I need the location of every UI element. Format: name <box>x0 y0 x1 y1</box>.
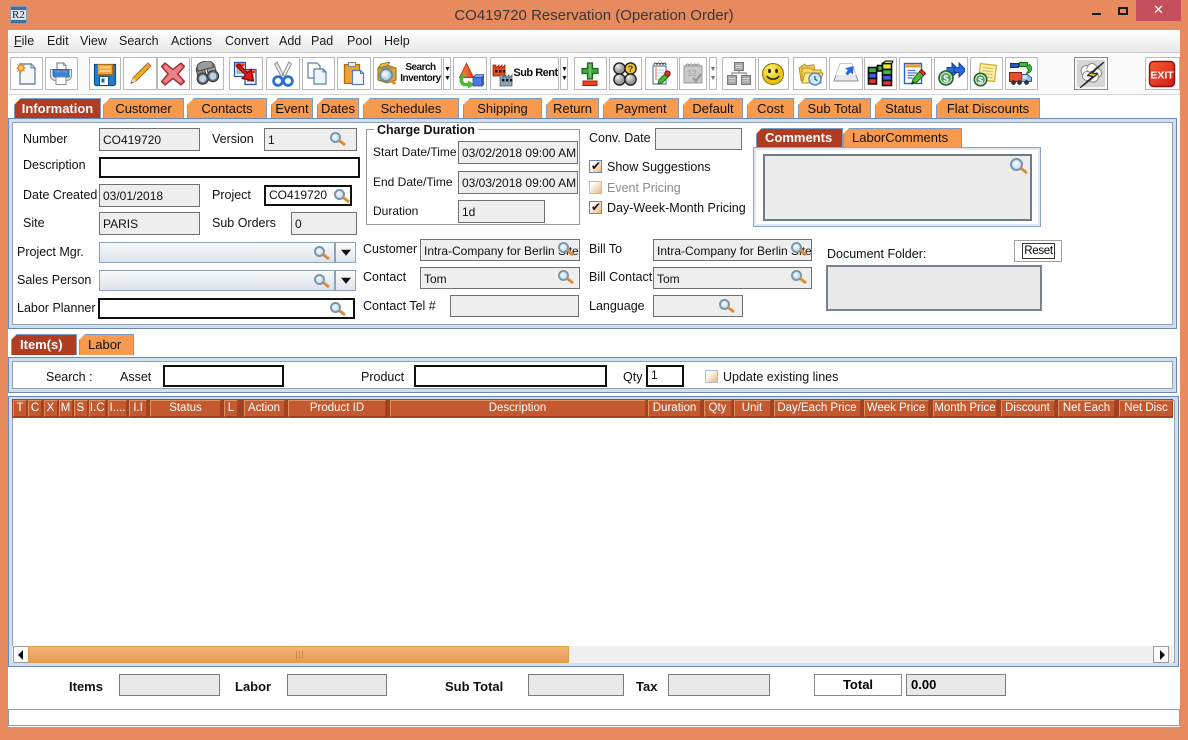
svg-text:?: ? <box>628 64 634 74</box>
svg-text:$: $ <box>978 75 984 86</box>
svg-text:$: $ <box>943 74 949 85</box>
svg-text:EXIT: EXIT <box>1150 69 1174 81</box>
svg-text:12: 12 <box>687 69 696 78</box>
